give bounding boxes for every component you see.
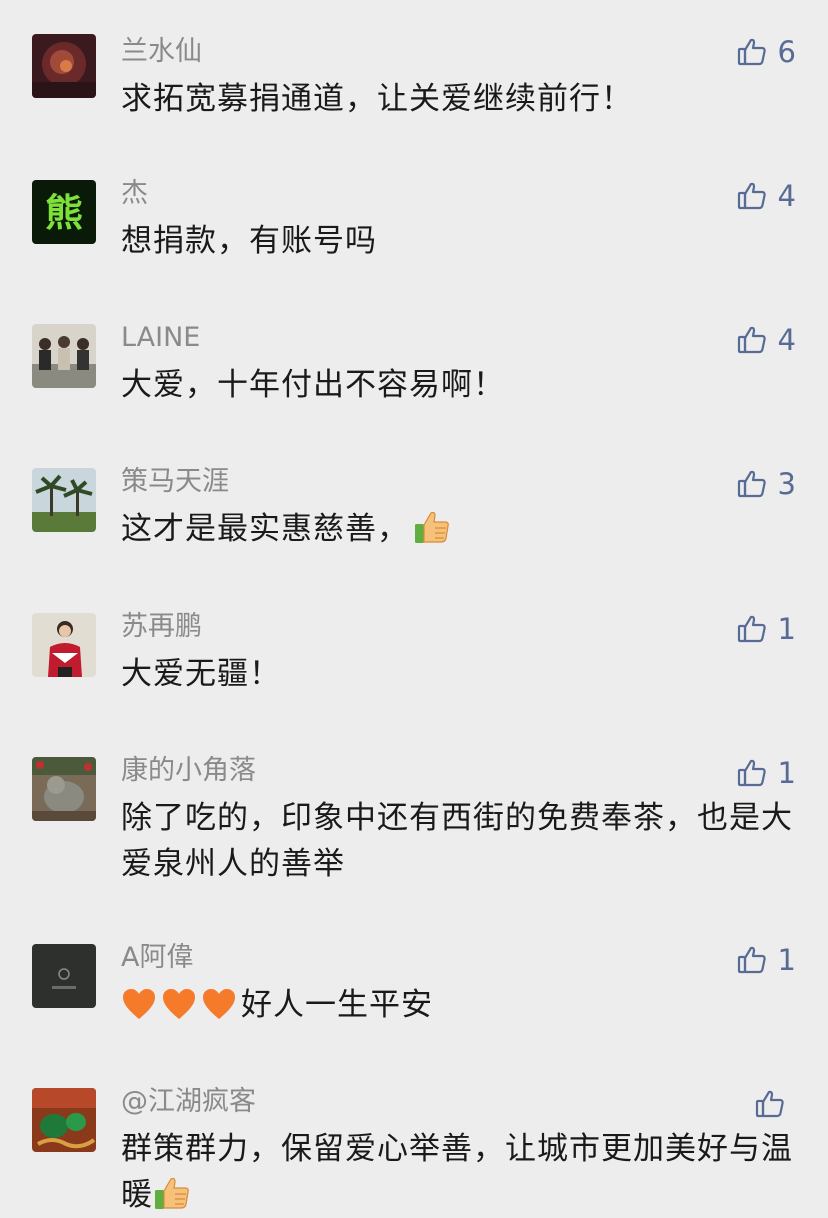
avatar[interactable] xyxy=(32,1088,96,1152)
like-button[interactable] xyxy=(754,1086,796,1122)
commenter-name[interactable]: LAINE xyxy=(121,322,200,354)
thumbs-up-icon xyxy=(736,757,768,789)
like-button[interactable]: 4 xyxy=(736,178,796,214)
like-button[interactable]: 1 xyxy=(736,755,796,791)
comment-text-body: 群策群力，保留爱心举善，让城市更加美好与温暖 xyxy=(121,1131,793,1213)
like-count: 1 xyxy=(777,612,796,646)
like-button[interactable]: 1 xyxy=(736,611,796,647)
like-button[interactable]: 1 xyxy=(736,942,796,978)
commenter-name[interactable]: @江湖疯客 xyxy=(121,1086,256,1118)
thumbs-up-icon xyxy=(754,1088,786,1120)
like-count: 6 xyxy=(777,35,796,69)
like-count: 4 xyxy=(777,179,796,213)
thumbs-up-icon xyxy=(736,944,768,976)
avatar[interactable] xyxy=(32,324,96,388)
like-button[interactable]: 6 xyxy=(736,34,796,70)
like-count: 3 xyxy=(777,467,796,501)
like-count: 4 xyxy=(777,323,796,357)
thumbs-up-icon xyxy=(736,613,768,645)
thumbs-up-icon xyxy=(736,180,768,212)
comment-text: 这才是最实惠慈善， xyxy=(121,506,801,552)
avatar[interactable] xyxy=(32,34,96,98)
comment-text-body: 好人一生平安 xyxy=(241,987,433,1023)
commenter-name[interactable]: 兰水仙 xyxy=(121,36,202,68)
thumbs-up-emoji-icon xyxy=(153,1175,191,1211)
thumbs-up-icon xyxy=(736,468,768,500)
comment-text: 除了吃的，印象中还有西街的免费奉茶，也是大爱泉州人的善举 xyxy=(121,800,793,882)
commenter-name[interactable]: 苏再鹏 xyxy=(121,611,202,643)
avatar[interactable]: 熊 xyxy=(32,180,96,244)
commenter-name[interactable]: 康的小角落 xyxy=(121,755,256,787)
thumbs-up-icon xyxy=(736,36,768,68)
comment-text: 大爱无疆！ xyxy=(121,656,281,692)
like-count: 1 xyxy=(777,756,796,790)
avatar[interactable] xyxy=(32,757,96,821)
comment-text: 大爱，十年付出不容易啊！ xyxy=(121,367,505,403)
commenter-name[interactable]: 策马天涯 xyxy=(121,466,229,498)
like-count: 1 xyxy=(777,943,796,977)
comment-text-body: 这才是最实惠慈善， xyxy=(121,511,409,547)
like-button[interactable]: 3 xyxy=(736,466,796,502)
thumbs-up-emoji-icon xyxy=(413,509,451,545)
comment-text: 群策群力，保留爱心举善，让城市更加美好与温暖 xyxy=(121,1126,801,1218)
avatar[interactable] xyxy=(32,944,96,1008)
avatar-letter: 熊 xyxy=(45,191,83,235)
commenter-name[interactable]: 杰 xyxy=(121,178,148,210)
avatar[interactable] xyxy=(32,468,96,532)
comment-text: 好人一生平安 xyxy=(121,982,801,1034)
comment-text: 求拓宽募捐通道，让关爱继续前行！ xyxy=(121,81,633,117)
thumbs-up-icon xyxy=(736,324,768,356)
comment-text: 想捐款，有账号吗 xyxy=(121,223,377,259)
orange-heart-emoji-icon xyxy=(121,987,241,1034)
commenter-name[interactable]: A阿偉 xyxy=(121,942,193,974)
avatar[interactable] xyxy=(32,613,96,677)
like-button[interactable]: 4 xyxy=(736,322,796,358)
